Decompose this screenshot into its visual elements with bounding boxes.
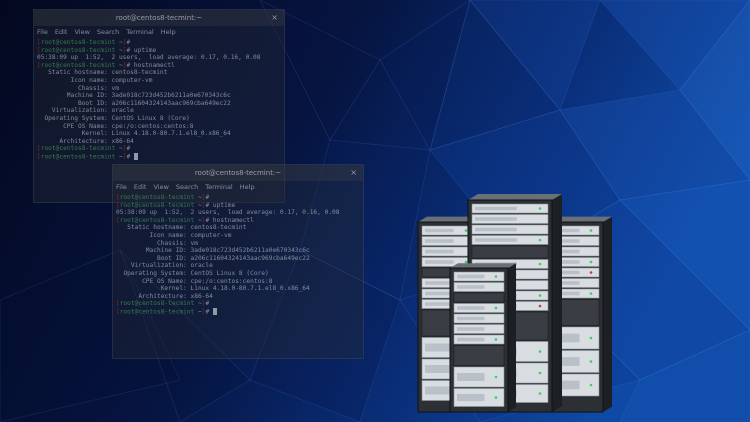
drive-bay bbox=[457, 274, 485, 279]
rack-blank-panel bbox=[453, 292, 505, 303]
drive-bay bbox=[457, 285, 485, 289]
drive-bay bbox=[425, 228, 454, 233]
drive-bay bbox=[475, 217, 517, 221]
status-led bbox=[538, 392, 542, 395]
status-led bbox=[494, 338, 498, 341]
status-led bbox=[494, 375, 498, 379]
rack-top bbox=[468, 194, 562, 200]
drive-bay bbox=[457, 306, 485, 310]
drive-bay bbox=[425, 260, 454, 264]
status-led bbox=[589, 360, 593, 363]
drive-bay bbox=[425, 343, 454, 352]
drive-bay bbox=[425, 302, 454, 306]
rack-top bbox=[450, 263, 516, 268]
status-led bbox=[589, 260, 593, 264]
drive-bay bbox=[457, 393, 485, 402]
status-led bbox=[538, 207, 542, 210]
rack-side bbox=[508, 263, 516, 412]
server-racks-icon bbox=[417, 194, 612, 413]
status-led bbox=[494, 396, 498, 399]
status-led bbox=[538, 262, 542, 266]
status-led bbox=[589, 292, 593, 295]
drive-bay bbox=[425, 365, 454, 373]
drive-bay bbox=[457, 373, 485, 381]
status-led bbox=[464, 229, 468, 232]
status-led bbox=[589, 336, 593, 340]
drive-bay bbox=[475, 238, 517, 242]
status-led bbox=[494, 306, 498, 310]
drive-bay bbox=[475, 206, 517, 211]
drive-bay bbox=[425, 239, 454, 243]
rack-side bbox=[552, 194, 562, 412]
drive-bay bbox=[457, 327, 485, 331]
drive-bay bbox=[475, 227, 517, 232]
drive-bay bbox=[425, 291, 454, 296]
rack-blank-panel bbox=[471, 245, 549, 259]
status-led bbox=[538, 238, 542, 242]
status-led bbox=[538, 294, 542, 297]
status-led bbox=[589, 229, 593, 232]
rack-side bbox=[603, 216, 612, 412]
status-led bbox=[589, 271, 593, 274]
server-rack-front bbox=[449, 263, 516, 413]
status-led bbox=[538, 304, 542, 308]
status-led bbox=[494, 275, 498, 278]
drive-bay bbox=[425, 281, 454, 285]
drive-bay bbox=[425, 249, 454, 254]
drive-bay bbox=[457, 316, 485, 321]
status-led bbox=[538, 371, 542, 375]
rack-blank-panel bbox=[453, 345, 505, 366]
status-led bbox=[464, 260, 468, 264]
drive-bay bbox=[457, 337, 485, 342]
drive-bay bbox=[425, 386, 454, 395]
status-led bbox=[589, 383, 593, 387]
status-led bbox=[538, 350, 542, 353]
